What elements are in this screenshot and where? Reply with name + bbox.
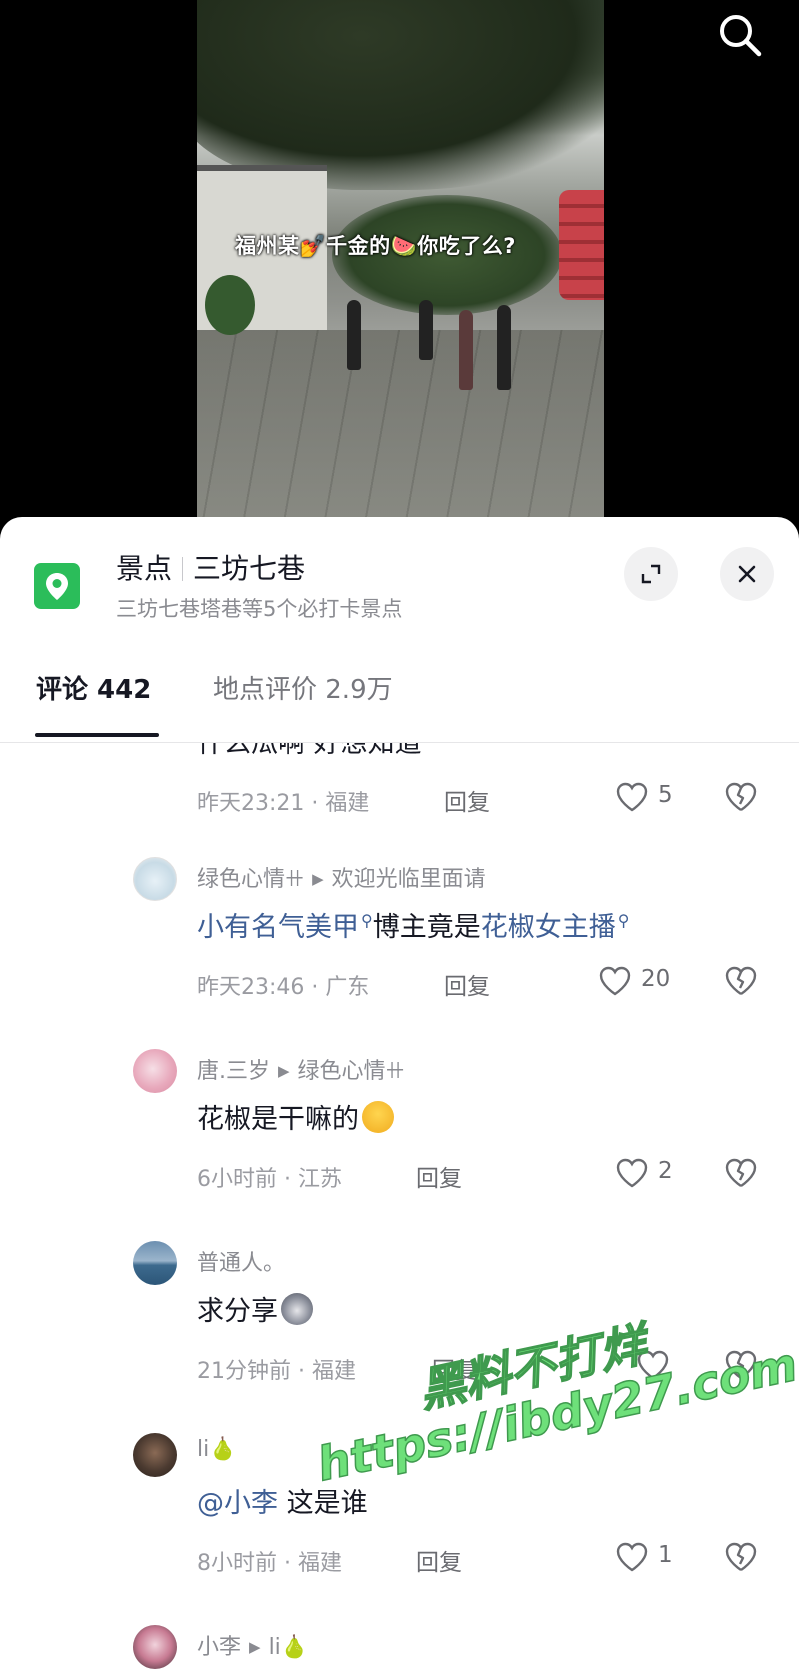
- husky-emoji-icon: [281, 1293, 313, 1325]
- like-count: 5: [658, 782, 673, 808]
- heart-icon: [616, 1542, 648, 1572]
- reply-button[interactable]: 回复: [416, 1543, 462, 1577]
- title-divider: [182, 557, 184, 581]
- heart-icon: [637, 1350, 669, 1380]
- tab-location-reviews[interactable]: 地点评价 2.9万: [213, 669, 393, 706]
- avatar[interactable]: [133, 1049, 177, 1093]
- video-player[interactable]: 福州某💅千金的🍉你吃了么?: [0, 0, 799, 530]
- broken-heart-icon: [725, 1158, 757, 1188]
- comment-author[interactable]: 绿色心情ꔠ ▶ 欢迎光临里面请: [197, 861, 486, 893]
- comment-item: li🍐 @小李 这是谁 8小时前 · 福建 回复 1: [0, 1433, 799, 1613]
- comment-author[interactable]: 普通人。: [197, 1245, 285, 1277]
- reply-button[interactable]: 回复: [444, 783, 490, 817]
- comment-text: @小李 这是谁: [197, 1488, 368, 1519]
- author-name: li🍐: [197, 1437, 237, 1462]
- comment-author[interactable]: li🍐: [197, 1437, 237, 1462]
- video-caption: 福州某💅千金的🍉你吃了么?: [235, 234, 516, 258]
- active-tab-indicator: [35, 733, 159, 737]
- dislike-button[interactable]: [723, 1155, 759, 1191]
- comment-item: 唐.三岁 ▶ 绿色心情ꔠ 花椒是干嘛的 6小时前 · 江苏 回复 2: [0, 1049, 799, 1229]
- location-subtitle: 三坊七巷塔巷等5个必打卡景点: [116, 597, 403, 621]
- scene-pedestrian: [419, 300, 433, 360]
- avatar[interactable]: [133, 1241, 177, 1285]
- dislike-button[interactable]: [723, 1347, 759, 1383]
- comment-item: 绿色心情ꔠ ▶ 欢迎光临里面请 小有名气美甲 ⚲博主竟是花椒女主播 ⚲ 昨天23:46 …: [0, 857, 799, 1037]
- heart-icon: [616, 782, 648, 812]
- reply-arrow-icon: ▶: [278, 1062, 290, 1080]
- broken-heart-icon: [725, 1542, 757, 1572]
- like-button[interactable]: [635, 1347, 671, 1383]
- reply-to-name: li🍐: [268, 1635, 309, 1660]
- scene-pedestrian: [459, 310, 473, 390]
- scene-pedestrian: [497, 305, 511, 390]
- comment-text-middle: 博主竟是: [372, 912, 481, 943]
- tab-bar: 评论 442 地点评价 2.9万: [0, 647, 799, 743]
- scene-pedestrian: [347, 300, 361, 370]
- location-name: 三坊七巷: [193, 552, 306, 585]
- heart-icon: [616, 1158, 648, 1188]
- comment-text: 花椒是干嘛的: [197, 1097, 394, 1136]
- comment-item: 什么瓜啊 好想知道 昨天23:21 · 福建 回复 5: [0, 743, 799, 833]
- heart-icon: [599, 966, 631, 996]
- comment-author[interactable]: 小李 ▶ li🍐: [197, 1629, 308, 1661]
- comment-meta: 21分钟前 · 福建: [197, 1359, 356, 1384]
- reply-to-name: 欢迎光临里面请: [331, 867, 486, 892]
- search-link[interactable]: 小有名气美甲 ⚲: [197, 911, 373, 943]
- comment-text: 求分享: [197, 1289, 313, 1328]
- reply-arrow-icon: ▶: [249, 1638, 261, 1656]
- broken-heart-icon: [725, 966, 757, 996]
- reply-arrow-icon: ▶: [312, 870, 324, 888]
- like-count: 20: [641, 966, 671, 992]
- location-title: 景点 三坊七巷: [116, 547, 305, 587]
- scene-potted-plant: [205, 275, 255, 335]
- comment-meta: 昨天23:21 · 福建: [197, 791, 370, 816]
- search-small-icon: ⚲: [617, 911, 630, 930]
- location-category: 景点: [116, 552, 173, 585]
- expand-icon: [641, 564, 661, 584]
- comment-text: 什么瓜啊 好想知道: [197, 743, 422, 759]
- laughing-emoji-icon: [362, 1101, 394, 1133]
- search-icon[interactable]: [715, 10, 765, 60]
- broken-heart-icon: [725, 782, 757, 812]
- comment-item: 普通人。 求分享 21分钟前 · 福建 回复: [0, 1241, 799, 1421]
- dislike-button[interactable]: [723, 779, 759, 815]
- like-count: 1: [658, 1542, 673, 1568]
- reply-to-name: 绿色心情ꔠ: [297, 1059, 405, 1084]
- comment-author[interactable]: 唐.三岁 ▶ 绿色心情ꔠ: [197, 1053, 405, 1085]
- dislike-button[interactable]: [723, 1539, 759, 1575]
- reply-button[interactable]: 回复: [444, 967, 490, 1001]
- dislike-button[interactable]: [723, 963, 759, 999]
- video-frame[interactable]: [197, 0, 604, 520]
- reply-button[interactable]: 回复: [432, 1351, 478, 1385]
- expand-button[interactable]: [624, 547, 678, 601]
- close-icon: [738, 565, 756, 583]
- author-name: 绿色心情ꔠ: [197, 867, 305, 892]
- mention-link[interactable]: @小李: [197, 1488, 278, 1519]
- scene-tree-canopy: [197, 0, 604, 190]
- location-pin-icon: [34, 563, 80, 609]
- scene-red-lanterns: [559, 190, 604, 300]
- author-name: 小李: [197, 1635, 242, 1660]
- location-comments-sheet: 景点 三坊七巷 三坊七巷塔巷等5个必打卡景点 评论 442 地点评价 2.9万 什…: [0, 517, 799, 1678]
- author-name: 唐.三岁: [197, 1059, 270, 1084]
- search-link[interactable]: 花椒女主播 ⚲: [481, 911, 630, 943]
- reply-button[interactable]: 回复: [416, 1159, 462, 1193]
- avatar[interactable]: [133, 1433, 177, 1477]
- comment-item: 小李 ▶ li🍐: [0, 1625, 799, 1678]
- avatar[interactable]: [133, 857, 177, 901]
- scene-stone-road: [197, 330, 604, 520]
- comment-list[interactable]: 什么瓜啊 好想知道 昨天23:21 · 福建 回复 5 绿色心情ꔠ ▶ 欢迎光临里面…: [0, 743, 799, 1678]
- broken-heart-icon: [725, 1350, 757, 1380]
- close-button[interactable]: [720, 547, 774, 601]
- comment-meta: 6小时前 · 江苏: [197, 1167, 342, 1192]
- location-header[interactable]: 景点 三坊七巷 三坊七巷塔巷等5个必打卡景点: [0, 517, 799, 635]
- comment-meta: 8小时前 · 福建: [197, 1551, 342, 1576]
- author-name: 普通人。: [197, 1251, 286, 1276]
- search-small-icon: ⚲: [361, 911, 373, 930]
- avatar[interactable]: [133, 1625, 177, 1669]
- like-count: 2: [658, 1158, 673, 1184]
- tab-comments[interactable]: 评论 442: [36, 669, 151, 706]
- comment-text: 小有名气美甲 ⚲博主竟是花椒女主播 ⚲: [197, 905, 629, 944]
- comment-meta: 昨天23:46 · 广东: [197, 975, 370, 1000]
